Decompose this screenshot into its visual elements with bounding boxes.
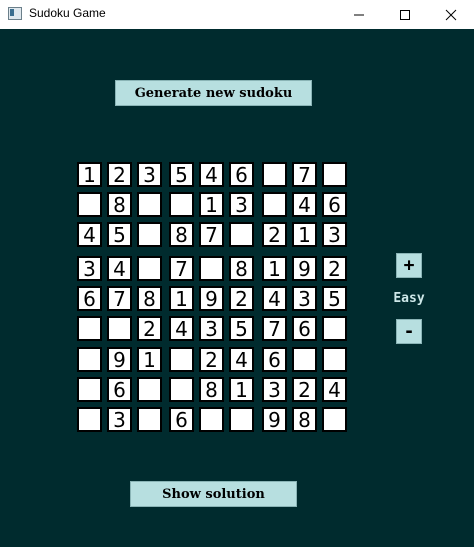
show-solution-button[interactable]: Show solution [130, 481, 297, 507]
sudoku-cell[interactable]: 3 [322, 222, 347, 247]
window-title: Sudoku Game [29, 6, 106, 20]
sudoku-cell[interactable]: 2 [322, 256, 347, 281]
sudoku-cell[interactable]: 8 [292, 407, 317, 432]
sudoku-cell[interactable] [322, 407, 347, 432]
title-bar: Sudoku Game [0, 0, 474, 29]
sudoku-cell[interactable]: 8 [107, 192, 132, 217]
sudoku-cell[interactable] [322, 316, 347, 341]
sudoku-cell[interactable]: 4 [169, 316, 194, 341]
sudoku-cell[interactable]: 8 [169, 222, 194, 247]
sudoku-cell[interactable]: 6 [169, 407, 194, 432]
sudoku-cell[interactable]: 4 [322, 377, 347, 402]
sudoku-cell[interactable]: 6 [262, 347, 287, 372]
sudoku-cell[interactable]: 3 [77, 256, 102, 281]
close-icon [445, 9, 457, 20]
sudoku-cell[interactable]: 1 [137, 347, 162, 372]
sudoku-cell[interactable] [137, 407, 162, 432]
sudoku-cell[interactable]: 8 [229, 256, 254, 281]
sudoku-cell[interactable] [137, 222, 162, 247]
sudoku-cell[interactable]: 9 [107, 347, 132, 372]
increase-difficulty-button[interactable]: + [396, 253, 422, 278]
sudoku-cell[interactable] [169, 377, 194, 402]
sudoku-cell[interactable]: 1 [292, 222, 317, 247]
sudoku-cell[interactable]: 4 [262, 286, 287, 311]
sudoku-cell[interactable] [77, 192, 102, 217]
sudoku-cell[interactable]: 1 [229, 377, 254, 402]
sudoku-cell[interactable]: 7 [107, 286, 132, 311]
sudoku-cell[interactable] [199, 256, 224, 281]
sudoku-cell[interactable]: 6 [229, 162, 254, 187]
sudoku-cell[interactable]: 6 [77, 286, 102, 311]
sudoku-cell[interactable] [137, 256, 162, 281]
close-button[interactable] [428, 0, 474, 29]
generate-sudoku-button[interactable]: Generate new sudoku [115, 80, 312, 106]
sudoku-cell[interactable]: 6 [107, 377, 132, 402]
sudoku-cell[interactable]: 7 [292, 162, 317, 187]
sudoku-cell[interactable] [262, 192, 287, 217]
sudoku-cell[interactable]: 2 [292, 377, 317, 402]
sudoku-cell[interactable] [77, 377, 102, 402]
sudoku-cell[interactable] [229, 222, 254, 247]
sudoku-cell[interactable] [169, 192, 194, 217]
sudoku-cell[interactable]: 7 [199, 222, 224, 247]
sudoku-cell[interactable]: 3 [137, 162, 162, 187]
sudoku-cell[interactable]: 2 [199, 347, 224, 372]
sudoku-cell[interactable]: 3 [229, 192, 254, 217]
sudoku-cell[interactable]: 6 [322, 192, 347, 217]
sudoku-cell[interactable]: 8 [137, 286, 162, 311]
sudoku-cell[interactable] [107, 316, 132, 341]
sudoku-cell[interactable]: 1 [199, 192, 224, 217]
sudoku-cell[interactable] [199, 407, 224, 432]
sudoku-cell[interactable]: 7 [262, 316, 287, 341]
sudoku-cell[interactable]: 1 [169, 286, 194, 311]
sudoku-cell[interactable] [229, 407, 254, 432]
sudoku-cell[interactable]: 4 [199, 162, 224, 187]
maximize-icon [400, 9, 410, 20]
sudoku-cell[interactable] [262, 162, 287, 187]
sudoku-cell[interactable]: 2 [137, 316, 162, 341]
minimize-button[interactable] [336, 0, 382, 29]
app-icon [8, 7, 22, 20]
sudoku-cell[interactable] [77, 347, 102, 372]
sudoku-cell[interactable] [322, 162, 347, 187]
sudoku-cell[interactable] [77, 316, 102, 341]
decrease-difficulty-button[interactable]: - [396, 319, 422, 344]
sudoku-cell[interactable]: 3 [262, 377, 287, 402]
sudoku-cell[interactable]: 4 [107, 256, 132, 281]
sudoku-cell[interactable]: 4 [229, 347, 254, 372]
sudoku-cell[interactable] [292, 347, 317, 372]
minimize-icon [354, 14, 364, 15]
sudoku-cell[interactable] [137, 192, 162, 217]
sudoku-cell[interactable]: 4 [77, 222, 102, 247]
sudoku-cell[interactable]: 5 [229, 316, 254, 341]
sudoku-cell[interactable]: 2 [229, 286, 254, 311]
sudoku-cell[interactable]: 2 [262, 222, 287, 247]
sudoku-cell[interactable]: 5 [322, 286, 347, 311]
sudoku-cell[interactable]: 2 [107, 162, 132, 187]
sudoku-cell[interactable]: 4 [292, 192, 317, 217]
sudoku-cell[interactable]: 3 [107, 407, 132, 432]
sudoku-cell[interactable]: 8 [199, 377, 224, 402]
sudoku-cell[interactable]: 9 [199, 286, 224, 311]
sudoku-cell[interactable]: 1 [262, 256, 287, 281]
sudoku-cell[interactable]: 5 [169, 162, 194, 187]
sudoku-cell[interactable] [169, 347, 194, 372]
sudoku-cell[interactable]: 3 [199, 316, 224, 341]
sudoku-cell[interactable]: 6 [292, 316, 317, 341]
sudoku-cell[interactable]: 3 [292, 286, 317, 311]
sudoku-cell[interactable]: 5 [107, 222, 132, 247]
sudoku-cell[interactable] [77, 407, 102, 432]
difficulty-label: Easy [393, 291, 425, 306]
sudoku-cell[interactable]: 9 [262, 407, 287, 432]
maximize-button[interactable] [382, 0, 428, 29]
sudoku-cell[interactable] [322, 347, 347, 372]
sudoku-cell[interactable]: 7 [169, 256, 194, 281]
sudoku-cell[interactable]: 1 [77, 162, 102, 187]
sudoku-cell[interactable]: 9 [292, 256, 317, 281]
sudoku-cell[interactable] [137, 377, 162, 402]
